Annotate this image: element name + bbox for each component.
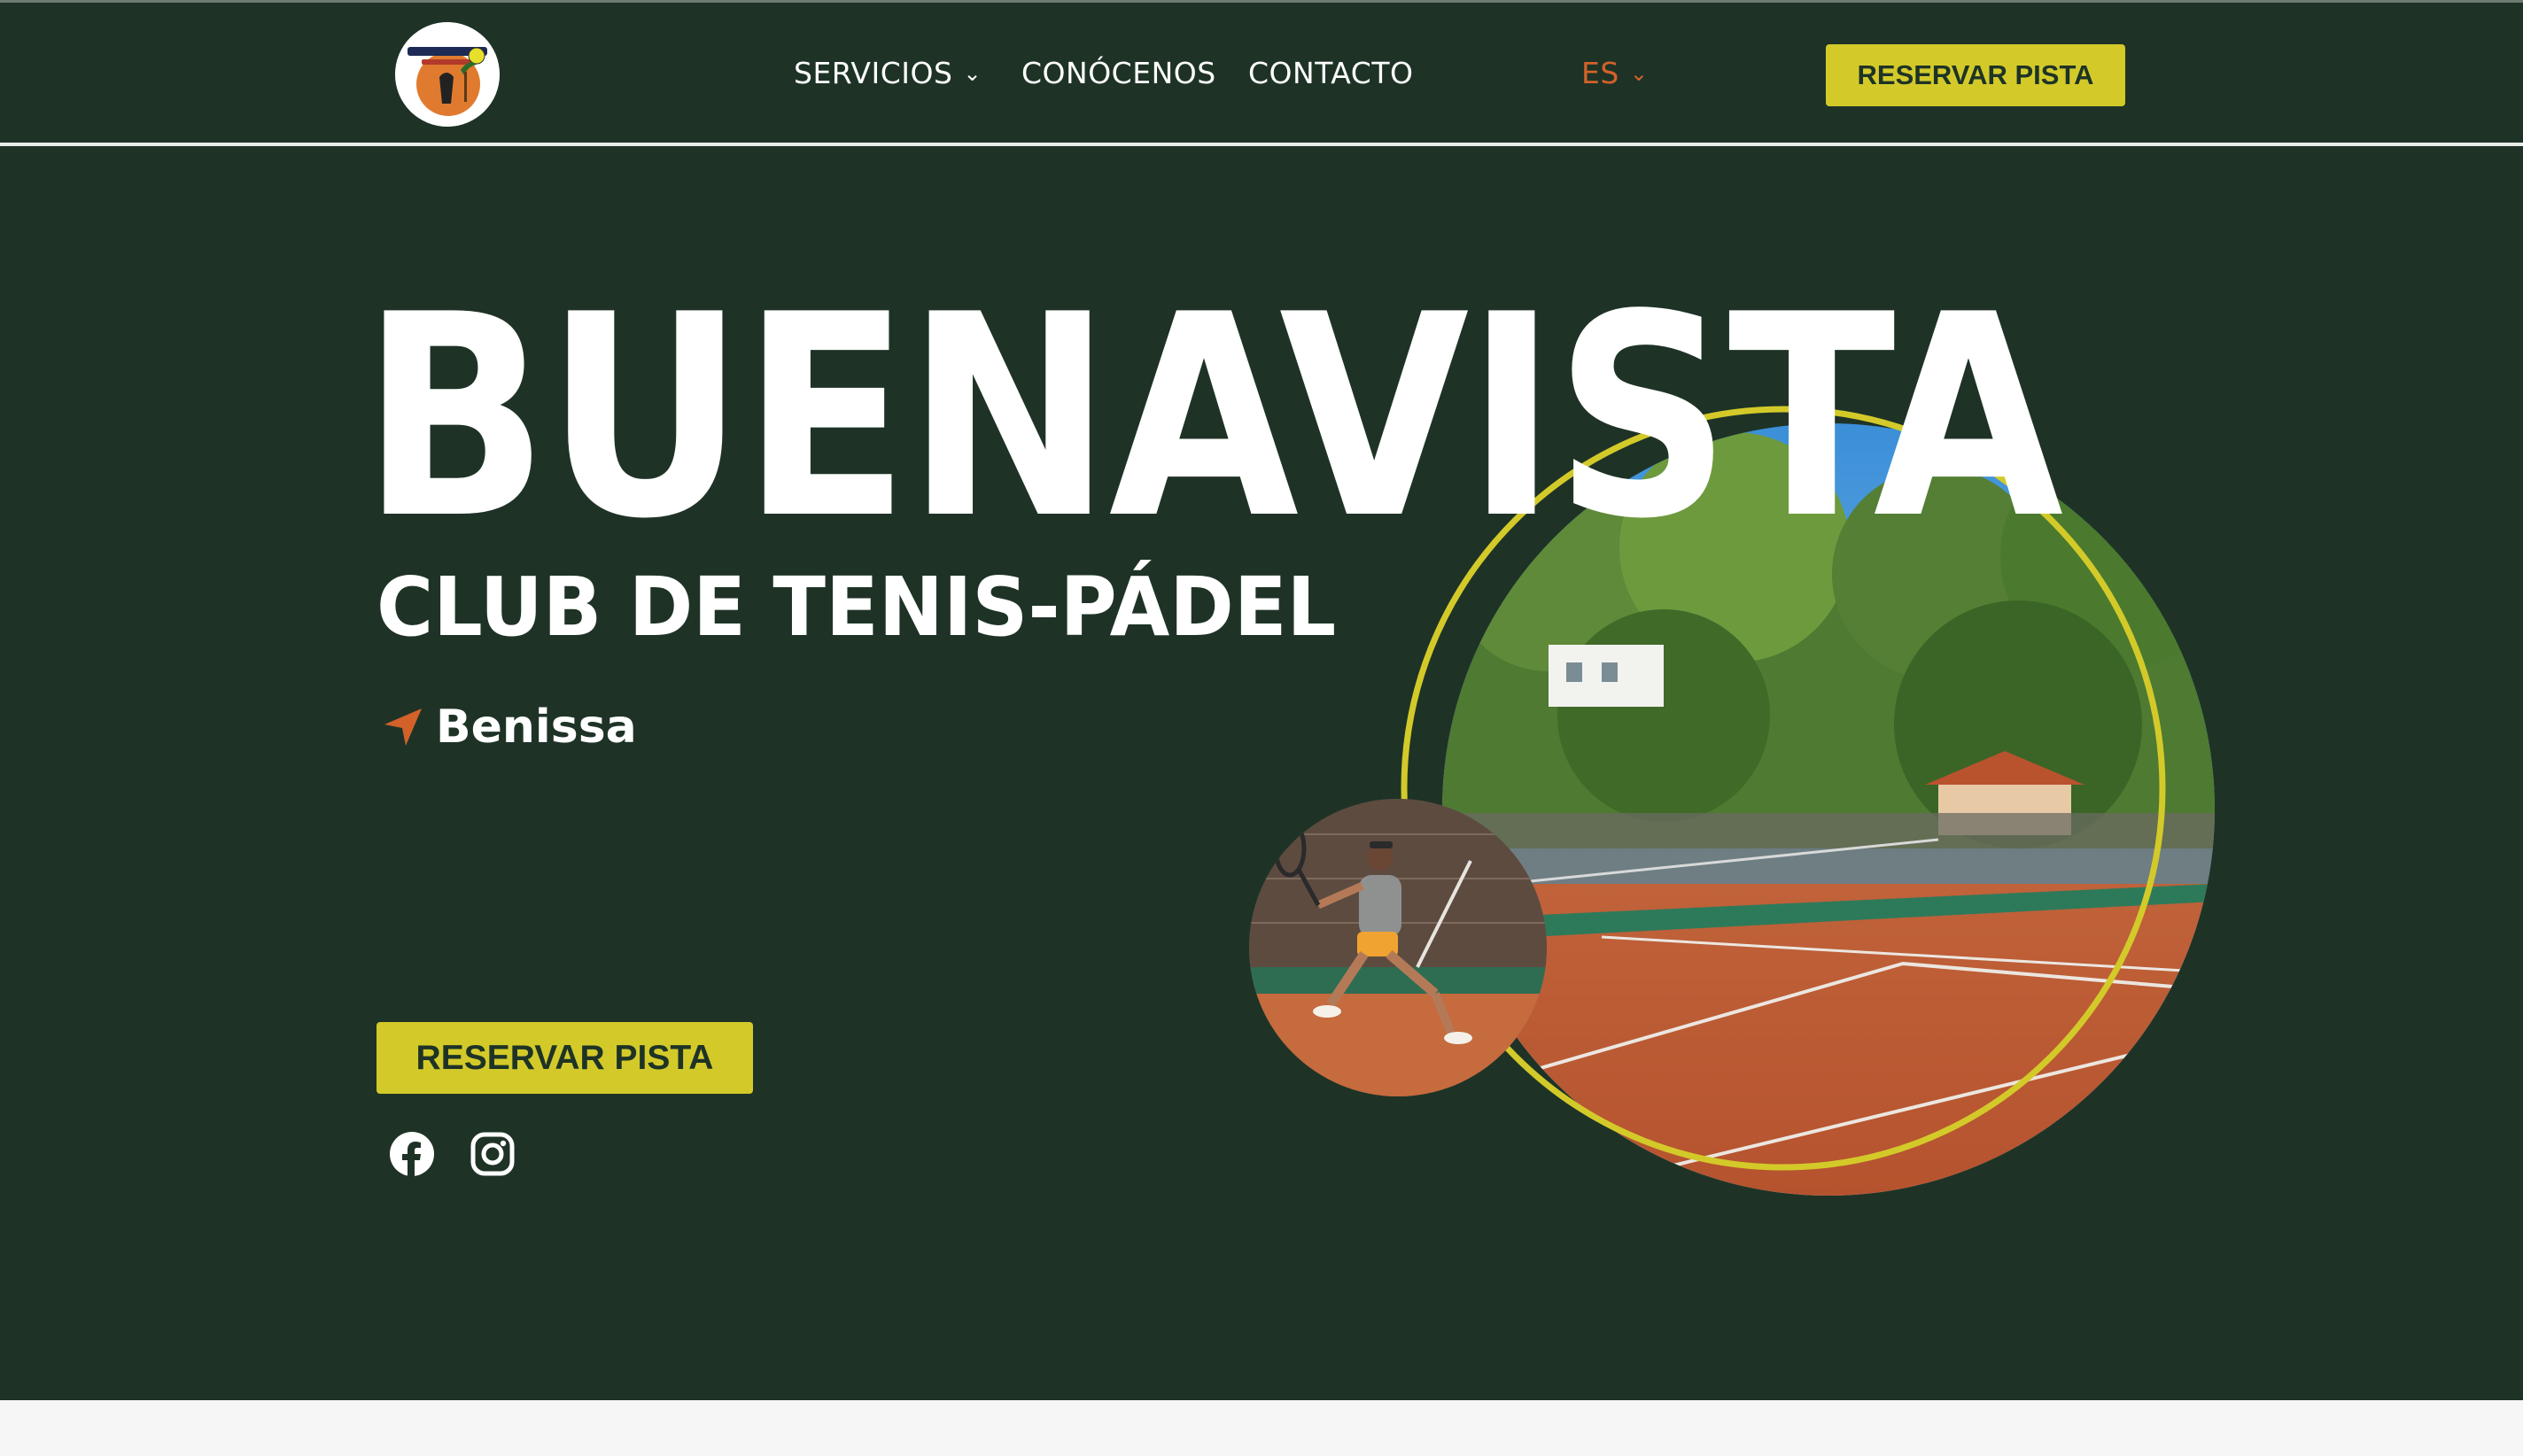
header-divider (0, 143, 2523, 146)
location: Benissa (383, 696, 637, 758)
language-selector[interactable]: ES ⌄ (1581, 54, 1648, 93)
nav-servicios[interactable]: SERVICIOS ⌄ (794, 54, 982, 93)
location-arrow-icon (384, 709, 422, 746)
hero-title: BUENAVISTA (361, 256, 2063, 580)
nav-servicios-label: SERVICIOS (794, 56, 953, 90)
nav-contacto[interactable]: CONTACTO (1248, 54, 1413, 93)
instagram-icon[interactable] (470, 1131, 516, 1177)
next-section-strip (0, 1400, 2523, 1456)
tennis-player-photo (1249, 799, 1547, 1096)
nav-conocenos-label: CONÓCENOS (1021, 56, 1216, 90)
chevron-down-icon: ⌄ (1629, 61, 1649, 86)
site-header: SERVICIOS ⌄ CONÓCENOS CONTACTO ES ⌄ RESERV… (0, 3, 2523, 144)
chevron-down-icon: ⌄ (963, 61, 982, 86)
reserve-court-header-label: RESERVAR PISTA (1857, 59, 2094, 90)
club-logo[interactable] (395, 22, 500, 127)
location-label: Benissa (436, 701, 637, 754)
reserve-court-hero-label: RESERVAR PISTA (415, 1038, 714, 1077)
language-current: ES (1581, 56, 1619, 90)
nav-conocenos[interactable]: CONÓCENOS (1021, 54, 1216, 93)
facebook-icon[interactable] (389, 1131, 435, 1177)
reserve-court-hero-button[interactable]: RESERVAR PISTA (377, 1022, 753, 1094)
reserve-court-header-button[interactable]: RESERVAR PISTA (1826, 44, 2125, 106)
nav-contacto-label: CONTACTO (1248, 56, 1414, 90)
